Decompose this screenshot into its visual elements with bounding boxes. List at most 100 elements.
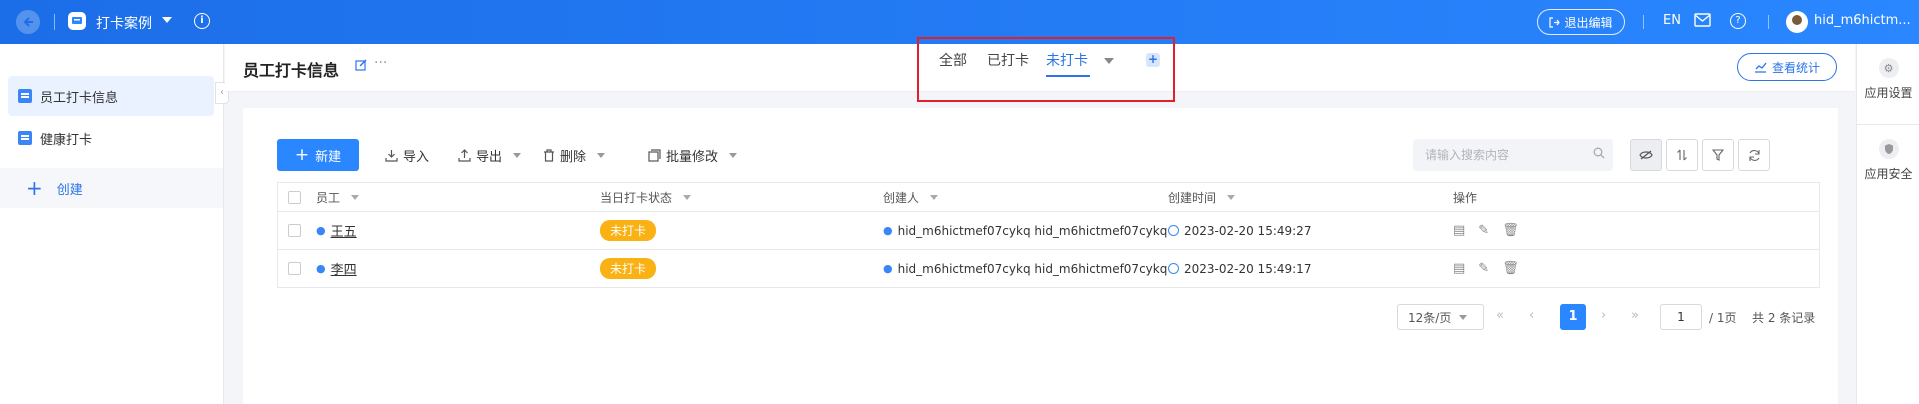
hide-fields-button[interactable]: [1630, 139, 1662, 171]
avatar[interactable]: [1786, 11, 1808, 33]
first-page-icon[interactable]: «: [1496, 308, 1504, 323]
trash-icon[interactable]: 🗑: [1502, 223, 1519, 238]
sidebar-item-label: 健康打卡: [40, 132, 93, 148]
employee-cell[interactable]: ● 李四: [316, 250, 357, 287]
column-label: 操作: [1453, 190, 1478, 205]
edit-icon[interactable]: ✎: [1478, 223, 1489, 238]
prev-page-icon[interactable]: ‹: [1529, 308, 1534, 323]
column-header-status[interactable]: 当日打卡状态: [600, 183, 692, 211]
search-input[interactable]: [1413, 139, 1613, 171]
delete-label: 删除: [560, 150, 587, 165]
search-icon[interactable]: [1593, 147, 1605, 163]
sort-icon: [1677, 149, 1687, 161]
chart-icon: [1754, 62, 1767, 73]
info-icon[interactable]: i: [194, 13, 210, 29]
export-button[interactable]: 导出: [458, 146, 522, 165]
app-settings-button[interactable]: ⚙ 应用设置: [1857, 44, 1919, 124]
exit-edit-button[interactable]: 退出编辑: [1537, 9, 1625, 35]
column-label: 创建时间: [1168, 190, 1217, 205]
app-switch-caret-icon[interactable]: [162, 17, 172, 23]
record-count: 共 2 条记录: [1752, 311, 1816, 325]
table-row[interactable]: ● 李四 未打卡 ● hid_m6hictmef07cykq hid_m6hic…: [277, 250, 1820, 288]
last-page-icon[interactable]: »: [1631, 308, 1639, 323]
view-stats-button[interactable]: 查看统计: [1737, 53, 1837, 81]
content-panel: + 新建 导入 导出 删除 批量修改 请输入搜索内容 员工 当日打卡状态 创建人…: [243, 108, 1838, 404]
view-icon[interactable]: ▤: [1453, 261, 1465, 276]
user-name[interactable]: hid_m6hictm...: [1814, 13, 1911, 28]
status-badge: 未打卡: [600, 258, 657, 279]
exit-icon: [1549, 16, 1561, 28]
import-label: 导入: [403, 150, 430, 165]
employee-name[interactable]: 李四: [331, 259, 357, 278]
upload-icon: [458, 149, 471, 162]
sidebar-item-employee-checkin[interactable]: 员工打卡信息: [8, 76, 214, 116]
trash-icon[interactable]: 🗑: [1502, 261, 1519, 276]
column-header-creator[interactable]: 创建人: [883, 183, 939, 211]
column-header-actions: 操作: [1453, 183, 1477, 211]
eye-off-icon: [1639, 150, 1653, 160]
doc-icon: [18, 89, 32, 103]
page-size-select[interactable]: 12条/页: [1397, 304, 1484, 330]
app-security-button[interactable]: 应用安全: [1857, 125, 1919, 205]
sidebar-item-label: 员工打卡信息: [40, 90, 119, 106]
select-all-checkbox[interactable]: [288, 183, 301, 211]
highlight-box: [917, 37, 1175, 102]
divider: [54, 14, 55, 30]
refresh-icon: [1748, 149, 1760, 161]
app-name[interactable]: 打卡案例: [96, 13, 152, 33]
creator-name: hid_m6hictmef07cykq hid_m6hictmef07cykq: [897, 223, 1168, 238]
chevron-down-icon: [683, 194, 692, 200]
chevron-down-icon: [513, 153, 522, 158]
right-bar: ⚙ 应用设置 应用安全: [1856, 44, 1919, 404]
more-icon[interactable]: ···: [374, 55, 387, 71]
export-label: 导出: [476, 150, 503, 165]
help-icon[interactable]: ?: [1730, 13, 1746, 29]
sort-button[interactable]: [1666, 139, 1698, 171]
language-switch[interactable]: EN: [1663, 13, 1681, 28]
sidebar-item-health-checkin[interactable]: 健康打卡: [8, 118, 214, 158]
actions-cell: ▤ ✎ 🗑: [1453, 250, 1527, 287]
edit-icon[interactable]: ✎: [1478, 261, 1489, 276]
new-label: 新建: [315, 149, 342, 165]
column-header-created-time[interactable]: 创建时间: [1168, 183, 1236, 211]
column-label: 员工: [316, 190, 341, 205]
view-icon[interactable]: ▤: [1453, 223, 1465, 238]
filter-button[interactable]: [1702, 139, 1734, 171]
gear-icon: ⚙: [1878, 58, 1899, 78]
data-table: 员工 当日打卡状态 创建人 创建时间 操作 ● 王五 未打卡 ● hid_m6h…: [277, 182, 1820, 288]
employee-cell[interactable]: ● 王五: [316, 212, 357, 249]
filter-icon: [1712, 149, 1724, 161]
divider: [1643, 15, 1644, 29]
person-icon: ●: [316, 224, 326, 237]
sidebar: 员工打卡信息 健康打卡 + 创建: [0, 44, 224, 404]
refresh-button[interactable]: [1738, 139, 1770, 171]
delete-button[interactable]: 删除: [543, 146, 606, 165]
view-stats-label: 查看统计: [1771, 60, 1820, 75]
row-checkbox[interactable]: [288, 250, 301, 287]
row-checkbox[interactable]: [288, 212, 301, 249]
page-size-label: 12条/页: [1408, 310, 1452, 325]
status-cell: 未打卡: [600, 212, 657, 249]
pagination: 12条/页 « ‹ 1 › » 1 / 1页 共 2 条记录: [243, 304, 1838, 332]
batch-edit-label: 批量修改: [666, 150, 719, 165]
toolbar: + 新建 导入 导出 删除 批量修改: [243, 138, 1838, 172]
back-icon[interactable]: [16, 10, 40, 34]
import-button[interactable]: 导入: [385, 146, 429, 165]
trash-icon: [544, 149, 554, 162]
created-time: 2023-02-20 15:49:17: [1184, 261, 1312, 276]
mail-icon[interactable]: [1694, 13, 1711, 31]
create-button[interactable]: + 创建: [0, 168, 223, 208]
creator-cell: ● hid_m6hictmef07cykq hid_m6hictmef07cyk…: [883, 212, 1167, 249]
current-page[interactable]: 1: [1560, 304, 1586, 330]
chevron-down-icon: [930, 194, 939, 200]
next-page-icon[interactable]: ›: [1601, 308, 1606, 323]
employee-name[interactable]: 王五: [331, 221, 357, 240]
edit-icon[interactable]: [355, 59, 367, 75]
column-header-employee[interactable]: 员工: [316, 183, 360, 211]
new-button[interactable]: + 新建: [277, 139, 359, 171]
table-row[interactable]: ● 王五 未打卡 ● hid_m6hictmef07cykq hid_m6hic…: [277, 212, 1820, 250]
column-label: 当日打卡状态: [600, 190, 673, 205]
chevron-down-icon: [729, 153, 738, 158]
batch-edit-button[interactable]: 批量修改: [648, 146, 738, 165]
page-jump-input[interactable]: 1: [1660, 304, 1702, 330]
